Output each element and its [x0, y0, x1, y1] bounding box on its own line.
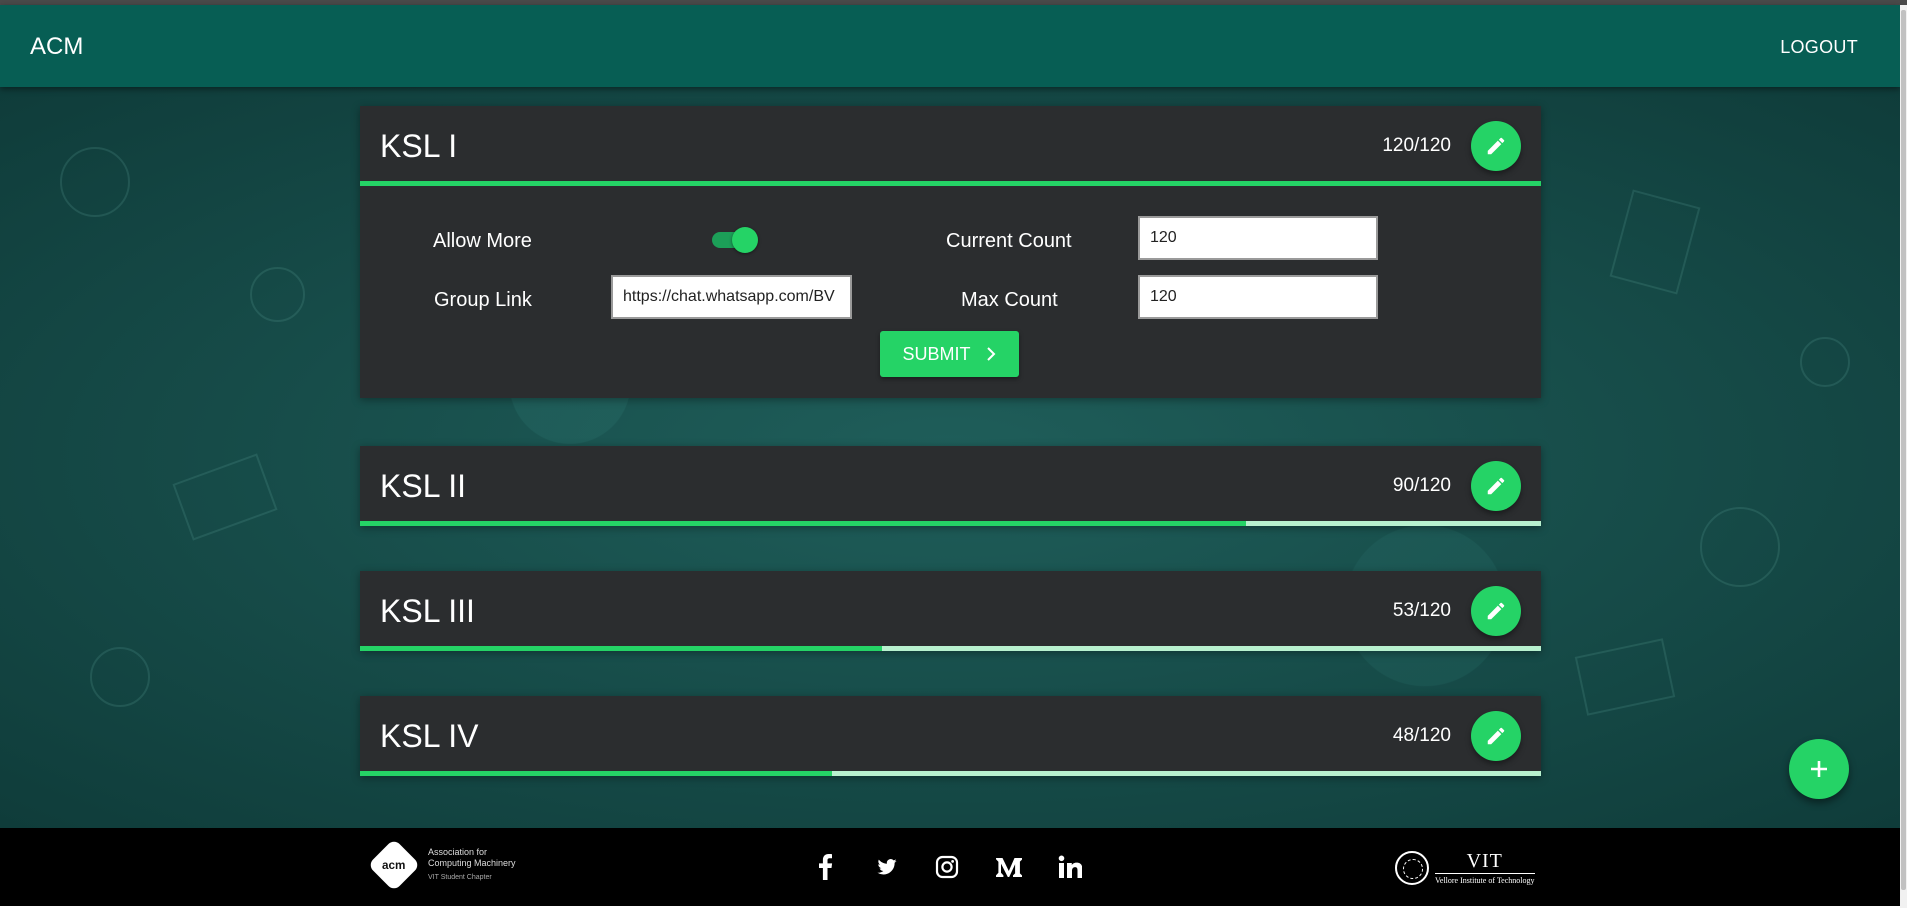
- vit-subtitle: Vellore Institute of Technology: [1435, 876, 1535, 885]
- edit-button[interactable]: [1471, 586, 1521, 636]
- vit-logo[interactable]: VIT Vellore Institute of Technology: [1395, 850, 1535, 885]
- background-doodle: [1700, 507, 1780, 587]
- pencil-icon: [1487, 602, 1505, 620]
- progress-fill: [360, 771, 833, 776]
- instagram-icon: [935, 855, 959, 879]
- current-count-label: Current Count: [946, 230, 1072, 252]
- group-title: KSL IV: [380, 718, 479, 754]
- background-doodle: [90, 647, 150, 707]
- linkedin-icon: [1058, 855, 1082, 878]
- acm-logo[interactable]: acm Association for Computing Machinery …: [367, 838, 516, 892]
- group-card-header[interactable]: KSL III 53/120: [360, 571, 1541, 651]
- group-link-label: Group Link: [434, 289, 532, 311]
- chevron-right-icon: [986, 347, 995, 361]
- acm-logo-text: Association for Computing Machinery VIT …: [428, 847, 516, 883]
- group-count: 53/120: [1392, 600, 1451, 621]
- plus-icon: [1811, 761, 1827, 777]
- background-doodle: [1800, 337, 1850, 387]
- edit-button[interactable]: [1471, 711, 1521, 761]
- toggle-knob: [732, 227, 758, 253]
- max-count-input[interactable]: [1138, 275, 1378, 319]
- max-count-label: Max Count: [961, 289, 1058, 311]
- facebook-link[interactable]: [808, 850, 842, 884]
- group-card-header[interactable]: KSL IV 48/120: [360, 696, 1541, 776]
- pencil-icon: [1487, 137, 1505, 155]
- medium-link[interactable]: [992, 850, 1026, 884]
- pencil-icon: [1487, 727, 1505, 745]
- acm-line-1: Association for: [428, 847, 488, 857]
- edit-button[interactable]: [1471, 461, 1521, 511]
- group-card-header[interactable]: KSL II 90/120: [360, 446, 1541, 526]
- background-doodle: [1609, 189, 1701, 295]
- acm-line-3: VIT Student Chapter: [428, 874, 492, 881]
- background-doodle: [172, 453, 278, 541]
- progress-fill: [360, 521, 1246, 526]
- progress-fill: [360, 646, 882, 651]
- group-title: KSL II: [380, 468, 466, 504]
- add-group-button[interactable]: [1789, 739, 1849, 799]
- group-card-ksl-i: KSL I 120/120 Allow More Current Count G…: [360, 106, 1541, 398]
- background-doodle: [250, 267, 305, 322]
- allow-more-label: Allow More: [433, 230, 532, 252]
- vit-seal: [1395, 850, 1429, 885]
- navbar: ACM LOGOUT: [0, 5, 1900, 87]
- group-card-header[interactable]: KSL I 120/120: [360, 106, 1541, 186]
- instagram-link[interactable]: [930, 850, 964, 884]
- group-card-ksl-iv: KSL IV 48/120: [360, 696, 1541, 776]
- pencil-icon: [1487, 477, 1505, 495]
- group-count: 48/120: [1392, 725, 1451, 746]
- group-link-input[interactable]: [611, 275, 852, 319]
- edit-form: Allow More Current Count Group Link Max …: [360, 186, 1541, 398]
- twitter-icon: [877, 859, 897, 875]
- linkedin-link[interactable]: [1053, 850, 1087, 884]
- twitter-link[interactable]: [870, 850, 904, 884]
- group-count: 120/120: [1382, 135, 1451, 156]
- progress-bar: [360, 646, 1541, 651]
- progress-bar: [360, 521, 1541, 526]
- vit-title: VIT: [1435, 850, 1535, 874]
- acm-diamond-mark: acm: [367, 838, 421, 892]
- acm-line-2: Computing Machinery: [428, 858, 516, 868]
- scrollbar-thumb[interactable]: [1901, 10, 1906, 890]
- logout-link[interactable]: LOGOUT: [1780, 37, 1858, 58]
- vit-logo-text: VIT Vellore Institute of Technology: [1435, 850, 1535, 885]
- background-doodle: [60, 147, 130, 217]
- group-card-ksl-ii: KSL II 90/120: [360, 446, 1541, 526]
- allow-more-toggle[interactable]: [710, 226, 758, 253]
- group-card-ksl-iii: KSL III 53/120: [360, 571, 1541, 651]
- submit-label: SUBMIT: [902, 343, 971, 364]
- group-count: 90/120: [1392, 475, 1451, 496]
- group-title: KSL III: [380, 593, 475, 629]
- footer: acm Association for Computing Machinery …: [0, 828, 1900, 906]
- medium-icon: [996, 858, 1022, 877]
- group-title: KSL I: [380, 128, 458, 164]
- facebook-icon: [819, 854, 833, 880]
- edit-button[interactable]: [1471, 121, 1521, 171]
- progress-bar: [360, 771, 1541, 776]
- submit-button[interactable]: SUBMIT: [880, 331, 1019, 377]
- background-doodle: [1574, 638, 1676, 716]
- brand-title[interactable]: ACM: [30, 33, 83, 61]
- acm-mark-text: acm: [382, 858, 406, 872]
- current-count-input[interactable]: [1138, 216, 1378, 260]
